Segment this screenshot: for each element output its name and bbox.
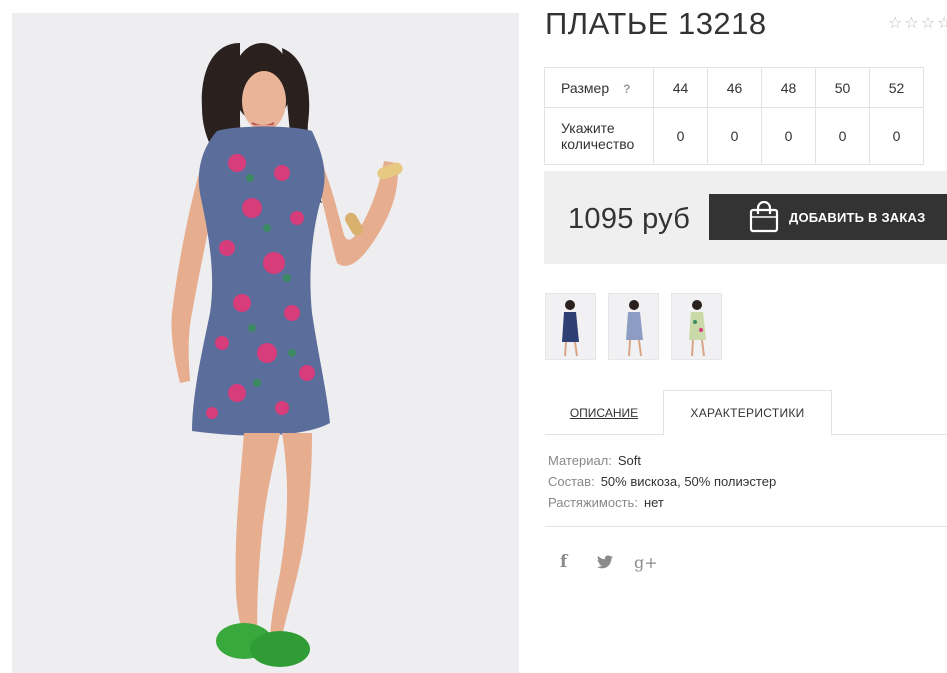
- thumbnail-3[interactable]: [671, 293, 722, 360]
- size-value: 44: [653, 67, 708, 108]
- size-table: Размер? 44 46 48 50 52 Укажите количеств…: [544, 67, 924, 165]
- spec-value: нет: [643, 495, 664, 510]
- size-label-cell: Размер?: [544, 67, 654, 108]
- star-icon[interactable]: ☆: [921, 15, 935, 31]
- twitter-icon[interactable]: [597, 550, 634, 574]
- spec-key: Состав:: [548, 474, 595, 489]
- thumbnail-2[interactable]: [608, 293, 659, 360]
- quantity-label-line2: количество: [561, 136, 635, 152]
- spec-value: 50% вискоза, 50% полиэстер: [600, 474, 777, 489]
- quantity-label-cell: Укажите количество: [544, 107, 654, 165]
- star-icon[interactable]: ☆: [888, 15, 902, 31]
- size-value: 48: [761, 67, 816, 108]
- specs-list: Материал: Soft Состав: 50% вискоза, 50% по…: [548, 452, 776, 515]
- product-title: ПЛАТЬЕ 13218: [545, 6, 767, 41]
- spec-row: Растяжимость: нет: [548, 494, 776, 515]
- star-icon[interactable]: ☆: [904, 15, 918, 31]
- size-value: 46: [707, 67, 762, 108]
- quantity-input[interactable]: 0: [815, 107, 870, 165]
- tab-specs[interactable]: ХАРАКТЕРИСТИКИ: [663, 390, 832, 436]
- quantity-input[interactable]: 0: [707, 107, 762, 165]
- social-share: f g+: [560, 550, 671, 574]
- quantity-row: Укажите количество 0 0 0 0 0: [544, 107, 924, 165]
- product-price: 1095 руб: [568, 203, 691, 235]
- shopping-bag-icon: [749, 201, 779, 233]
- quantity-input[interactable]: 0: [761, 107, 816, 165]
- add-to-order-button[interactable]: ДОБАВИТЬ В ЗАКАЗ: [709, 194, 947, 240]
- google-plus-glyph: g+: [634, 552, 658, 572]
- star-icon[interactable]: ☆: [937, 15, 947, 31]
- rating-stars[interactable]: ☆ ☆ ☆ ☆ ☆: [888, 15, 947, 31]
- spec-key: Растяжимость:: [548, 495, 638, 510]
- thumbnail-1[interactable]: [545, 293, 596, 360]
- size-help-icon[interactable]: ?: [623, 82, 630, 96]
- model-illustration: [12, 13, 519, 673]
- facebook-glyph: f: [560, 552, 568, 572]
- google-plus-icon[interactable]: g+: [634, 550, 671, 574]
- divider: [545, 526, 947, 527]
- add-to-order-label: ДОБАВИТЬ В ЗАКАЗ: [789, 209, 926, 225]
- tab-description[interactable]: ОПИСАНИЕ: [545, 390, 663, 435]
- spec-value: Soft: [617, 453, 642, 468]
- thumbnail-strip: [545, 293, 722, 360]
- spec-row: Состав: 50% вискоза, 50% полиэстер: [548, 473, 776, 494]
- product-tabs: ОПИСАНИЕ ХАРАКТЕРИСТИКИ: [545, 390, 947, 436]
- size-label: Размер: [561, 79, 610, 96]
- quantity-label-line1: Укажите: [561, 120, 615, 136]
- facebook-icon[interactable]: f: [560, 550, 597, 574]
- spec-key: Материал:: [548, 453, 612, 468]
- size-value: 50: [815, 67, 870, 108]
- spec-row: Материал: Soft: [548, 452, 776, 473]
- quantity-input[interactable]: 0: [869, 107, 924, 165]
- size-row: Размер? 44 46 48 50 52: [544, 67, 924, 108]
- size-value: 52: [869, 67, 924, 108]
- product-main-photo[interactable]: [12, 13, 519, 673]
- price-box: 1095 руб ДОБАВИТЬ В ЗАКАЗ: [544, 171, 947, 264]
- quantity-input[interactable]: 0: [653, 107, 708, 165]
